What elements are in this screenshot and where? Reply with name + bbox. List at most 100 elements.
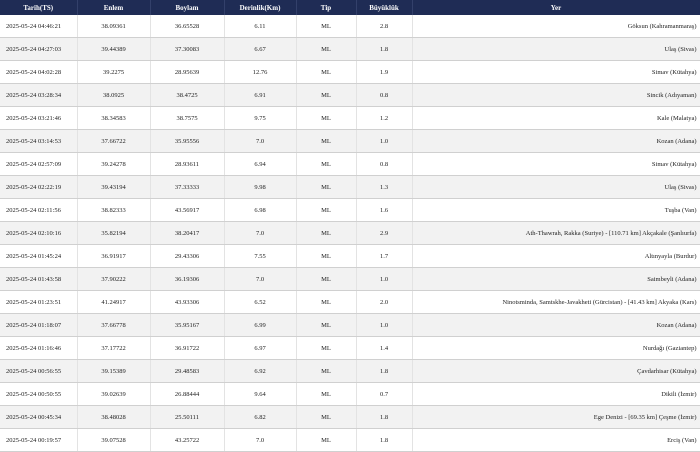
- table-row[interactable]: 2025-05-24 01:23:51 41.24917 43.93306 6.52 M…: [0, 290, 700, 314]
- column-header-buyukluk[interactable]: Büyüklük: [356, 0, 413, 15]
- cell-derinlik: 6.82: [224, 405, 297, 429]
- cell-enlem: 36.91917: [77, 244, 151, 268]
- column-header-yer[interactable]: Yer: [412, 0, 700, 15]
- table-row[interactable]: 2025-05-24 02:11:56 38.82333 43.56917 6.98 M…: [0, 198, 700, 222]
- cell-yer: Nurdağı (Gaziantep): [412, 336, 700, 360]
- table-row[interactable]: 2025-05-24 03:21:46 38.34583 38.7575 9.75 ML…: [0, 106, 700, 130]
- cell-tip: ML: [296, 382, 357, 406]
- cell-derinlik: 9.75: [224, 106, 297, 130]
- cell-enlem: 38.09361: [77, 15, 151, 38]
- cell-tip: ML: [296, 83, 357, 107]
- cell-tarih: 2025-05-24 04:27:03: [0, 37, 78, 61]
- cell-buyukluk: 1.8: [356, 428, 413, 452]
- cell-tarih: 2025-05-24 02:11:56: [0, 198, 78, 222]
- cell-enlem: 37.66778: [77, 313, 151, 337]
- cell-buyukluk: 1.2: [356, 106, 413, 130]
- cell-enlem: 39.44389: [77, 37, 151, 61]
- cell-tarih: 2025-05-24 01:45:24: [0, 244, 78, 268]
- cell-yer: Dikili (İzmir): [412, 382, 700, 406]
- cell-tip: ML: [296, 221, 357, 245]
- cell-enlem: 37.66722: [77, 129, 151, 153]
- cell-boylam: 36.19306: [150, 267, 225, 291]
- cell-derinlik: 6.11: [224, 15, 297, 38]
- cell-derinlik: 7.55: [224, 244, 297, 268]
- table-row[interactable]: 2025-05-24 02:22:19 39.43194 37.33333 9.98 M…: [0, 175, 700, 199]
- table-header: Tarih(TS) Enlem Boylam Derinlik(Km) Tip …: [0, 0, 700, 15]
- cell-buyukluk: 0.7: [356, 382, 413, 406]
- column-header-tip[interactable]: Tip: [296, 0, 357, 15]
- table-row[interactable]: 2025-05-24 02:10:16 35.82194 38.20417 7.0 ML…: [0, 221, 700, 245]
- cell-buyukluk: 1.8: [356, 359, 413, 383]
- cell-derinlik: 6.52: [224, 290, 297, 314]
- cell-buyukluk: 0.8: [356, 152, 413, 176]
- cell-tip: ML: [296, 428, 357, 452]
- column-header-tarih[interactable]: Tarih(TS): [0, 0, 78, 15]
- cell-boylam: 43.25722: [150, 428, 225, 452]
- column-header-enlem[interactable]: Enlem: [77, 0, 151, 15]
- cell-buyukluk: 1.0: [356, 313, 413, 337]
- table-row[interactable]: 2025-05-24 00:56:55 39.15389 29.48583 6.92 M…: [0, 359, 700, 383]
- cell-boylam: 36.91722: [150, 336, 225, 360]
- cell-derinlik: 6.91: [224, 83, 297, 107]
- cell-boylam: 43.56917: [150, 198, 225, 222]
- cell-tarih: 2025-05-24 00:50:55: [0, 382, 78, 406]
- table-row[interactable]: 2025-05-24 00:19:57 39.07528 43.25722 7.0 ML…: [0, 428, 700, 452]
- cell-boylam: 25.50111: [150, 405, 225, 429]
- table-row[interactable]: 2025-05-24 00:45:34 38.48028 25.50111 6.82 M…: [0, 405, 700, 429]
- cell-yer: Göksun (Kahramanmaraş): [412, 15, 700, 38]
- cell-boylam: 28.93611: [150, 152, 225, 176]
- column-header-boylam[interactable]: Boylam: [150, 0, 225, 15]
- cell-buyukluk: 2.0: [356, 290, 413, 314]
- cell-buyukluk: 1.9: [356, 60, 413, 84]
- cell-yer: Çavdarhisar (Kütahya): [412, 359, 700, 383]
- cell-tarih: 2025-05-24 00:45:34: [0, 405, 78, 429]
- cell-boylam: 29.48583: [150, 359, 225, 383]
- table-row[interactable]: 2025-05-24 01:43:58 37.90222 36.19306 7.0 ML…: [0, 267, 700, 291]
- table-row[interactable]: 2025-05-24 03:14:53 37.66722 35.95556 7.0 ML…: [0, 129, 700, 153]
- cell-tarih: 2025-05-24 02:57:09: [0, 152, 78, 176]
- cell-derinlik: 7.0: [224, 267, 297, 291]
- cell-yer: Simav (Kütahya): [412, 152, 700, 176]
- table-row[interactable]: 2025-05-24 03:28:34 38.0925 38.4725 6.91 ML 0…: [0, 83, 700, 107]
- table-row[interactable]: 2025-05-24 04:46:21 38.09361 36.65528 6.11 M…: [0, 15, 700, 38]
- cell-boylam: 43.93306: [150, 290, 225, 314]
- cell-derinlik: 6.67: [224, 37, 297, 61]
- column-header-derinlik[interactable]: Derinlik(Km): [224, 0, 297, 15]
- cell-buyukluk: 2.8: [356, 15, 413, 38]
- cell-boylam: 38.20417: [150, 221, 225, 245]
- cell-enlem: 37.17722: [77, 336, 151, 360]
- cell-tip: ML: [296, 267, 357, 291]
- cell-yer: Tuşba (Van): [412, 198, 700, 222]
- cell-buyukluk: 1.8: [356, 37, 413, 61]
- cell-tip: ML: [296, 359, 357, 383]
- cell-buyukluk: 1.0: [356, 267, 413, 291]
- cell-boylam: 37.33333: [150, 175, 225, 199]
- cell-tarih: 2025-05-24 04:02:28: [0, 60, 78, 84]
- cell-tarih: 2025-05-24 01:43:58: [0, 267, 78, 291]
- cell-enlem: 38.48028: [77, 405, 151, 429]
- table-row[interactable]: 2025-05-24 04:02:28 39.2275 28.95639 12.76 M…: [0, 60, 700, 84]
- cell-derinlik: 6.97: [224, 336, 297, 360]
- table-row[interactable]: 2025-05-24 01:18:07 37.66778 35.95167 6.99 M…: [0, 313, 700, 337]
- cell-boylam: 26.88444: [150, 382, 225, 406]
- table-row[interactable]: 2025-05-24 00:50:55 39.02639 26.88444 9.64 M…: [0, 382, 700, 406]
- table-row[interactable]: 2025-05-24 02:57:09 39.24278 28.93611 6.94 M…: [0, 152, 700, 176]
- table-row[interactable]: 2025-05-24 04:27:03 39.44389 37.30083 6.67 M…: [0, 37, 700, 61]
- cell-derinlik: 12.76: [224, 60, 297, 84]
- cell-enlem: 37.90222: [77, 267, 151, 291]
- cell-tarih: 2025-05-24 03:21:46: [0, 106, 78, 130]
- cell-boylam: 35.95167: [150, 313, 225, 337]
- cell-yer: Ulaş (Sivas): [412, 175, 700, 199]
- cell-boylam: 38.7575: [150, 106, 225, 130]
- cell-boylam: 28.95639: [150, 60, 225, 84]
- cell-tarih: 2025-05-24 02:22:19: [0, 175, 78, 199]
- cell-tarih: 2025-05-24 01:16:46: [0, 336, 78, 360]
- table-row[interactable]: 2025-05-24 01:45:24 36.91917 29.43306 7.55 M…: [0, 244, 700, 268]
- cell-derinlik: 6.94: [224, 152, 297, 176]
- cell-tip: ML: [296, 244, 357, 268]
- table-row[interactable]: 2025-05-24 01:16:46 37.17722 36.91722 6.97 M…: [0, 336, 700, 360]
- cell-enlem: 38.82333: [77, 198, 151, 222]
- cell-yer: Ath-Thawrah, Rakka (Suriye) - [110.71 km…: [412, 221, 700, 245]
- cell-buyukluk: 1.4: [356, 336, 413, 360]
- cell-enlem: 39.43194: [77, 175, 151, 199]
